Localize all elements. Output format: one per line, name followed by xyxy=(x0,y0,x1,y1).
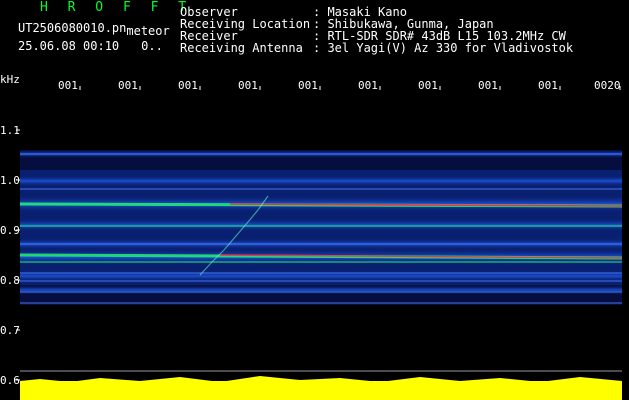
band xyxy=(20,218,622,232)
x-tick-marks xyxy=(79,86,621,90)
band xyxy=(20,285,622,295)
spectrogram-plot xyxy=(16,86,623,400)
spectrogram-window: H R O F F T UT2506080010.pnmeteor 25.06.… xyxy=(0,0,629,400)
signal-level-edge xyxy=(20,376,622,385)
band xyxy=(20,175,622,187)
band xyxy=(20,270,622,282)
y-tick-marks xyxy=(16,129,20,381)
